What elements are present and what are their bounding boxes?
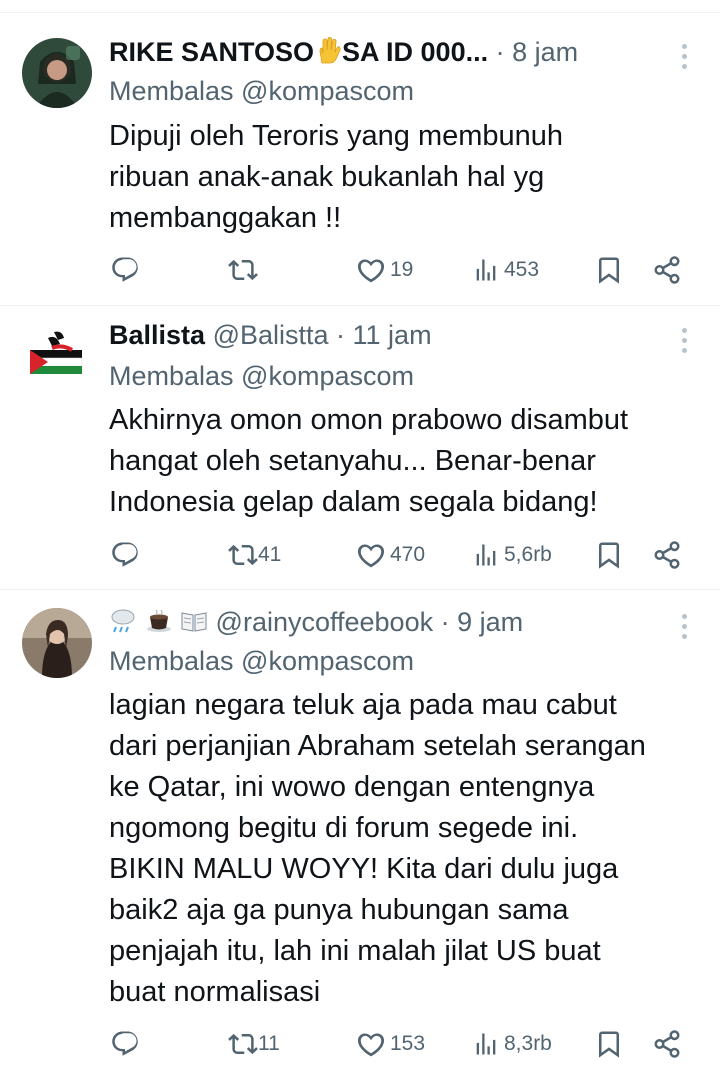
tweet-actions: 41 470 5,6rb: [0, 535, 720, 575]
text-line: baik2 aja ga punya hubungan sama: [109, 894, 569, 926]
open-book-emoji-icon: [180, 607, 208, 635]
tweet-header: Ballista @Balistta · 11 jam: [109, 318, 660, 352]
avatar[interactable]: [22, 322, 92, 392]
text-line: ngomong begitu di forum segede ini.: [109, 812, 579, 844]
bookmark-button[interactable]: [594, 250, 624, 290]
views-icon: [472, 256, 500, 284]
bookmark-button[interactable]: [594, 535, 624, 575]
heart-icon: [356, 1029, 386, 1059]
reply-icon: [110, 255, 140, 285]
tweet-text: Akhirnya omon omon prabowo disambut hang…: [109, 400, 690, 523]
tweet-header: @rainycoffeebook · 9 jam: [109, 605, 660, 639]
retweet-button[interactable]: 41: [228, 535, 281, 575]
reply-button[interactable]: [110, 250, 140, 290]
bookmark-icon: [594, 540, 624, 570]
text-line: ke Qatar, ini wowo dengan entengnya: [109, 771, 595, 803]
text-line: membanggakan !!: [109, 202, 342, 234]
text-line: BIKIN MALU WOYY! Kita dari dulu juga: [109, 853, 619, 885]
retweet-icon: [228, 1029, 258, 1059]
avatar[interactable]: [22, 608, 92, 678]
text-line: buat normalisasi: [109, 976, 321, 1008]
bookmark-icon: [594, 1029, 624, 1059]
tweet-3[interactable]: @rainycoffeebook · 9 jam Membalas @kompa…: [0, 590, 720, 1069]
tweet-text: lagian negara teluk aja pada mau cabut d…: [109, 685, 690, 1013]
tweet-2[interactable]: Ballista @Balistta · 11 jam Membalas @ko…: [0, 306, 720, 589]
display-name-suffix[interactable]: SA ID 000...: [342, 37, 488, 67]
text-line: penjajah itu, lah ini malah jilat US bua…: [109, 935, 601, 967]
text-line: dari perjanjian Abraham setelah serangan: [109, 730, 646, 762]
reply-context: Membalas @kompascom: [109, 74, 414, 108]
reply-icon: [110, 540, 140, 570]
reply-button[interactable]: [110, 1024, 140, 1064]
retweet-count: 41: [258, 543, 282, 566]
retweet-count: 11: [258, 1032, 280, 1055]
reply-prefix: Membalas: [109, 76, 242, 106]
user-handle[interactable]: @Balistta: [213, 320, 329, 350]
share-icon: [652, 540, 682, 570]
retweet-icon: [228, 255, 258, 285]
heart-icon: [356, 540, 386, 570]
bookmark-icon: [594, 255, 624, 285]
retweet-button[interactable]: [228, 250, 258, 290]
reply-button[interactable]: [110, 535, 140, 575]
like-button[interactable]: 153: [356, 1024, 425, 1064]
reply-icon: [110, 1029, 140, 1059]
cloud-rain-emoji-icon: [109, 607, 137, 635]
share-button[interactable]: [652, 250, 682, 290]
text-line: Dipuji oleh Teroris yang membunuh: [109, 120, 564, 152]
like-count: 19: [390, 258, 414, 281]
like-button[interactable]: 470: [356, 535, 425, 575]
heart-icon: [356, 255, 386, 285]
retweet-icon: [228, 540, 258, 570]
views-button[interactable]: 453: [472, 250, 539, 290]
text-line: Akhirnya omon omon prabowo disambut: [109, 404, 629, 436]
share-icon: [652, 1029, 682, 1059]
views-button[interactable]: 8,3rb: [472, 1024, 552, 1064]
tweet-time[interactable]: · 11 jam: [336, 320, 432, 350]
text-line: ribuan anak-anak bukanlah hal yg: [109, 161, 545, 193]
text-line: lagian negara teluk aja pada mau cabut: [109, 689, 617, 721]
tweet-header: RIKE SANTOSO SA ID 000... · 8 jam: [109, 35, 660, 69]
tweet-time[interactable]: · 8 jam: [496, 37, 579, 67]
views-button[interactable]: 5,6rb: [472, 535, 552, 575]
more-options-icon[interactable]: [682, 44, 690, 74]
like-count: 153: [390, 1032, 426, 1055]
views-count: 5,6rb: [504, 543, 552, 566]
text-line: hangat oleh setanyahu... Benar-benar: [109, 445, 596, 477]
reply-prefix: Membalas: [109, 361, 242, 391]
tweet-text: Dipuji oleh Teroris yang membunuh ribuan…: [109, 116, 690, 239]
reply-to-handle[interactable]: @kompascom: [241, 646, 414, 676]
tweet-actions: 11 153 8,3rb: [0, 1024, 720, 1064]
like-count: 470: [390, 543, 426, 566]
like-button[interactable]: 19: [356, 250, 413, 290]
reply-to-handle[interactable]: @kompascom: [241, 361, 414, 391]
more-options-icon[interactable]: [682, 328, 690, 358]
user-handle[interactable]: @rainycoffeebook: [216, 607, 434, 637]
views-count: 8,3rb: [504, 1032, 552, 1055]
bookmark-button[interactable]: [594, 1024, 624, 1064]
tweet-time[interactable]: · 9 jam: [441, 607, 524, 637]
raised-hand-emoji-icon: [314, 37, 342, 65]
reply-context: Membalas @kompascom: [109, 644, 414, 678]
text-line: Indonesia gelap dalam segala bidang!: [109, 486, 598, 518]
reply-prefix: Membalas: [109, 646, 242, 676]
share-button[interactable]: [652, 1024, 682, 1064]
reply-to-handle[interactable]: @kompascom: [241, 76, 414, 106]
avatar[interactable]: [22, 38, 92, 108]
coffee-emoji-icon: [145, 607, 173, 635]
display-name[interactable]: RIKE SANTOSO: [109, 37, 314, 67]
reply-context: Membalas @kompascom: [109, 359, 414, 393]
display-name[interactable]: Ballista: [109, 320, 205, 350]
views-icon: [472, 541, 500, 569]
share-icon: [652, 255, 682, 285]
retweet-button[interactable]: 11: [228, 1024, 280, 1064]
tweet-1[interactable]: RIKE SANTOSO SA ID 000... · 8 jam Membala…: [0, 0, 720, 305]
more-options-icon[interactable]: [682, 614, 690, 644]
share-button[interactable]: [652, 535, 682, 575]
tweet-actions: 19 453: [0, 250, 720, 290]
views-icon: [472, 1030, 500, 1058]
views-count: 453: [504, 258, 540, 281]
